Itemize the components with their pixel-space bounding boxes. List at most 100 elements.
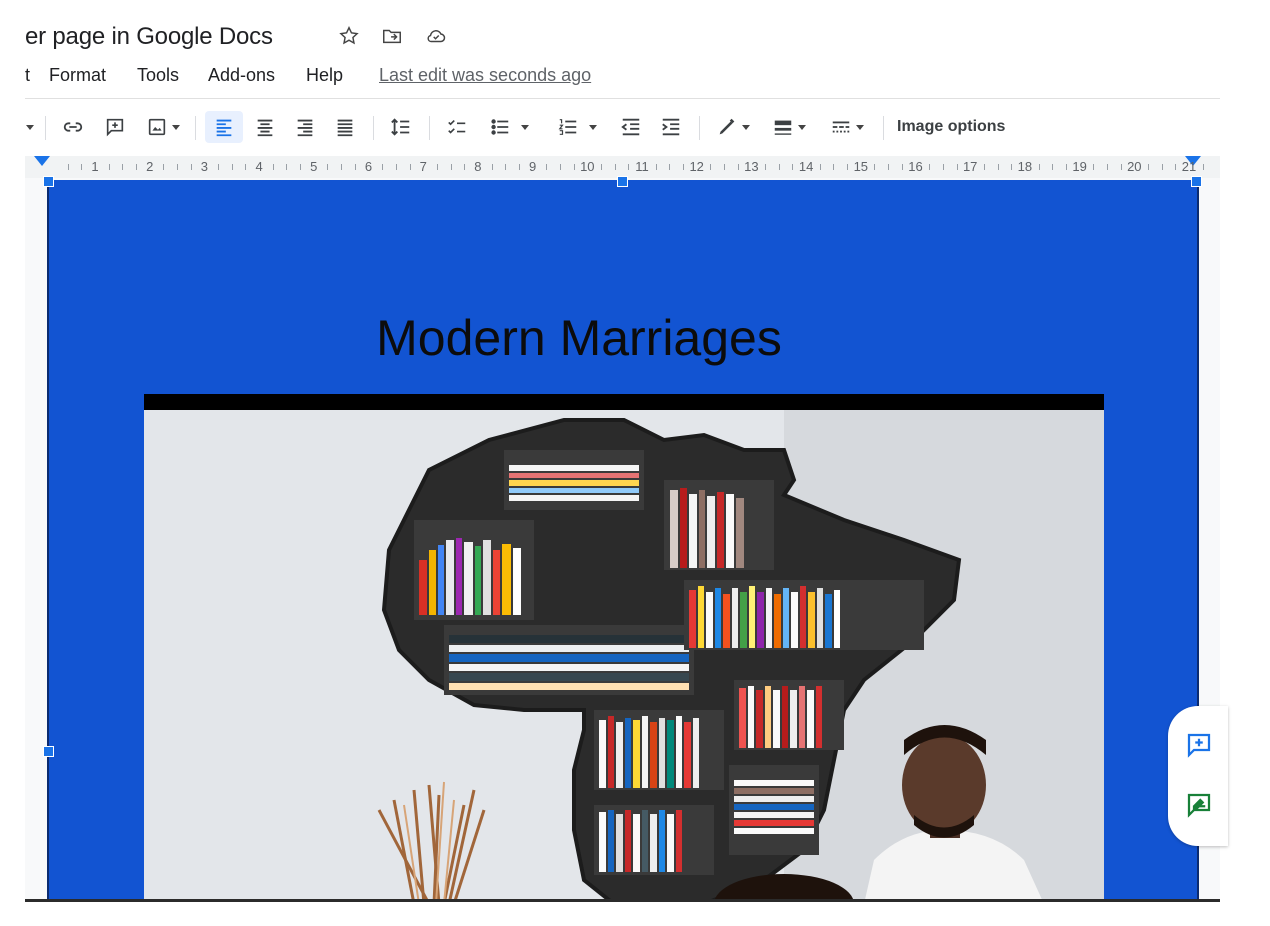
window-bottom-border <box>25 899 1220 902</box>
checklist-icon[interactable] <box>441 111 473 143</box>
dropdown-caret-icon[interactable] <box>25 111 35 143</box>
align-left-icon[interactable] <box>205 111 243 143</box>
ruler-tick <box>997 164 999 170</box>
border-weight-icon[interactable] <box>765 111 813 143</box>
border-dash-icon[interactable] <box>823 111 871 143</box>
ruler-tick <box>983 164 985 170</box>
ruler-tick <box>765 164 767 170</box>
ruler-tick <box>1065 164 1067 170</box>
ruler-tick <box>737 164 739 170</box>
ruler-tick <box>833 164 835 170</box>
menu-item-help[interactable]: Help <box>306 62 343 88</box>
ruler-tick <box>1052 164 1054 170</box>
menu-item-format[interactable]: Format <box>49 62 106 88</box>
ruler-tick <box>395 164 397 170</box>
insert-image-icon[interactable] <box>139 111 187 143</box>
ruler-label: 8 <box>474 159 482 174</box>
ruler-tick <box>956 164 958 170</box>
ruler-tick <box>218 164 220 170</box>
justify-icon[interactable] <box>329 111 361 143</box>
ruler-label: 1 <box>91 159 99 174</box>
align-center-icon[interactable] <box>249 111 281 143</box>
line-spacing-icon[interactable] <box>385 111 417 143</box>
document-canvas: Modern Marriages <box>25 176 1220 900</box>
ruler-tick <box>81 164 83 170</box>
ruler-tick <box>341 164 343 170</box>
ruler-tick <box>874 164 876 170</box>
ruler-tick <box>354 164 356 170</box>
bookshelf-photo <box>144 410 1104 900</box>
numbered-list-icon[interactable] <box>549 111 605 143</box>
ruler-tick <box>546 164 548 170</box>
ruler-label: 10 <box>580 159 595 174</box>
ruler-tick <box>436 164 438 170</box>
toolbar-separator <box>373 116 374 140</box>
cloud-saved-icon[interactable] <box>423 23 449 49</box>
ruler-label: 18 <box>1017 159 1033 174</box>
ruler-label: 15 <box>853 159 869 174</box>
ruler-label: 5 <box>310 159 318 174</box>
align-right-icon[interactable] <box>289 111 321 143</box>
document-page[interactable]: Modern Marriages <box>43 176 1202 900</box>
ruler-tick <box>847 164 849 170</box>
menu-item-insert-cut[interactable]: t <box>25 62 30 88</box>
ruler-tick <box>136 164 138 170</box>
ruler-tick <box>819 164 821 170</box>
bookshelf-illustration <box>144 410 1104 900</box>
selection-handle-middle-left[interactable] <box>43 746 54 757</box>
ruler-tick <box>518 164 520 170</box>
suggest-edit-icon[interactable] <box>1182 788 1216 822</box>
last-edit-link[interactable]: Last edit was seconds ago <box>379 62 591 88</box>
ruler-tick <box>888 164 890 170</box>
menu-item-add-ons[interactable]: Add-ons <box>208 62 275 88</box>
ruler-tick <box>464 164 466 170</box>
toolbar-separator <box>429 116 430 140</box>
ruler-tick <box>1038 164 1040 170</box>
ruler-tick <box>901 164 903 170</box>
side-action-panel <box>1168 706 1228 846</box>
ruler-tick <box>573 164 575 170</box>
ruler-label: 20 <box>1127 159 1142 174</box>
border-color-icon[interactable] <box>709 111 757 143</box>
ruler-tick <box>382 164 384 170</box>
ruler-label: 4 <box>255 159 263 174</box>
decrease-indent-icon[interactable] <box>615 111 647 143</box>
document-title[interactable]: er page in Google Docs <box>25 20 273 54</box>
ruler-tick <box>327 164 329 170</box>
left-indent-marker[interactable] <box>34 156 50 166</box>
move-to-folder-icon[interactable] <box>379 23 405 49</box>
ruler-tick <box>1202 164 1204 170</box>
ruler-tick <box>272 164 274 170</box>
menu-item-tools[interactable]: Tools <box>137 62 179 88</box>
toolbar-separator <box>699 116 700 140</box>
star-icon[interactable] <box>336 23 362 49</box>
selection-handle-top-left[interactable] <box>43 176 54 187</box>
ruler-tick <box>491 164 493 170</box>
image-options-button[interactable]: Image options <box>897 116 1005 138</box>
ruler-tick <box>655 164 657 170</box>
link-icon[interactable] <box>57 111 89 143</box>
selection-handle-top-right[interactable] <box>1191 176 1202 187</box>
ruler-tick <box>190 164 192 170</box>
bulleted-list-icon[interactable] <box>483 111 535 143</box>
increase-indent-icon[interactable] <box>655 111 687 143</box>
google-docs-window: er page in Google Docs t Format Tools Ad… <box>25 0 1220 900</box>
ruler-tick <box>177 164 179 170</box>
toolbar-separator <box>45 116 46 140</box>
ruler-tick <box>450 164 452 170</box>
add-comment-icon[interactable] <box>1182 728 1216 762</box>
ruler-tick <box>683 164 685 170</box>
ruler-tick <box>614 164 616 170</box>
ruler-tick <box>942 164 944 170</box>
selection-handle-top-middle[interactable] <box>617 176 628 187</box>
cover-heading[interactable]: Modern Marriages <box>25 308 1153 368</box>
ruler-tick <box>1175 164 1177 170</box>
ruler-label: 14 <box>798 159 814 174</box>
ruler-tick <box>108 164 110 170</box>
cover-photo[interactable] <box>144 394 1104 900</box>
add-comment-icon[interactable] <box>99 111 131 143</box>
ruler-tick <box>1120 164 1122 170</box>
ruler-tick <box>559 164 561 170</box>
ruler-tick <box>1093 164 1095 170</box>
ruler-label: 16 <box>908 159 923 174</box>
